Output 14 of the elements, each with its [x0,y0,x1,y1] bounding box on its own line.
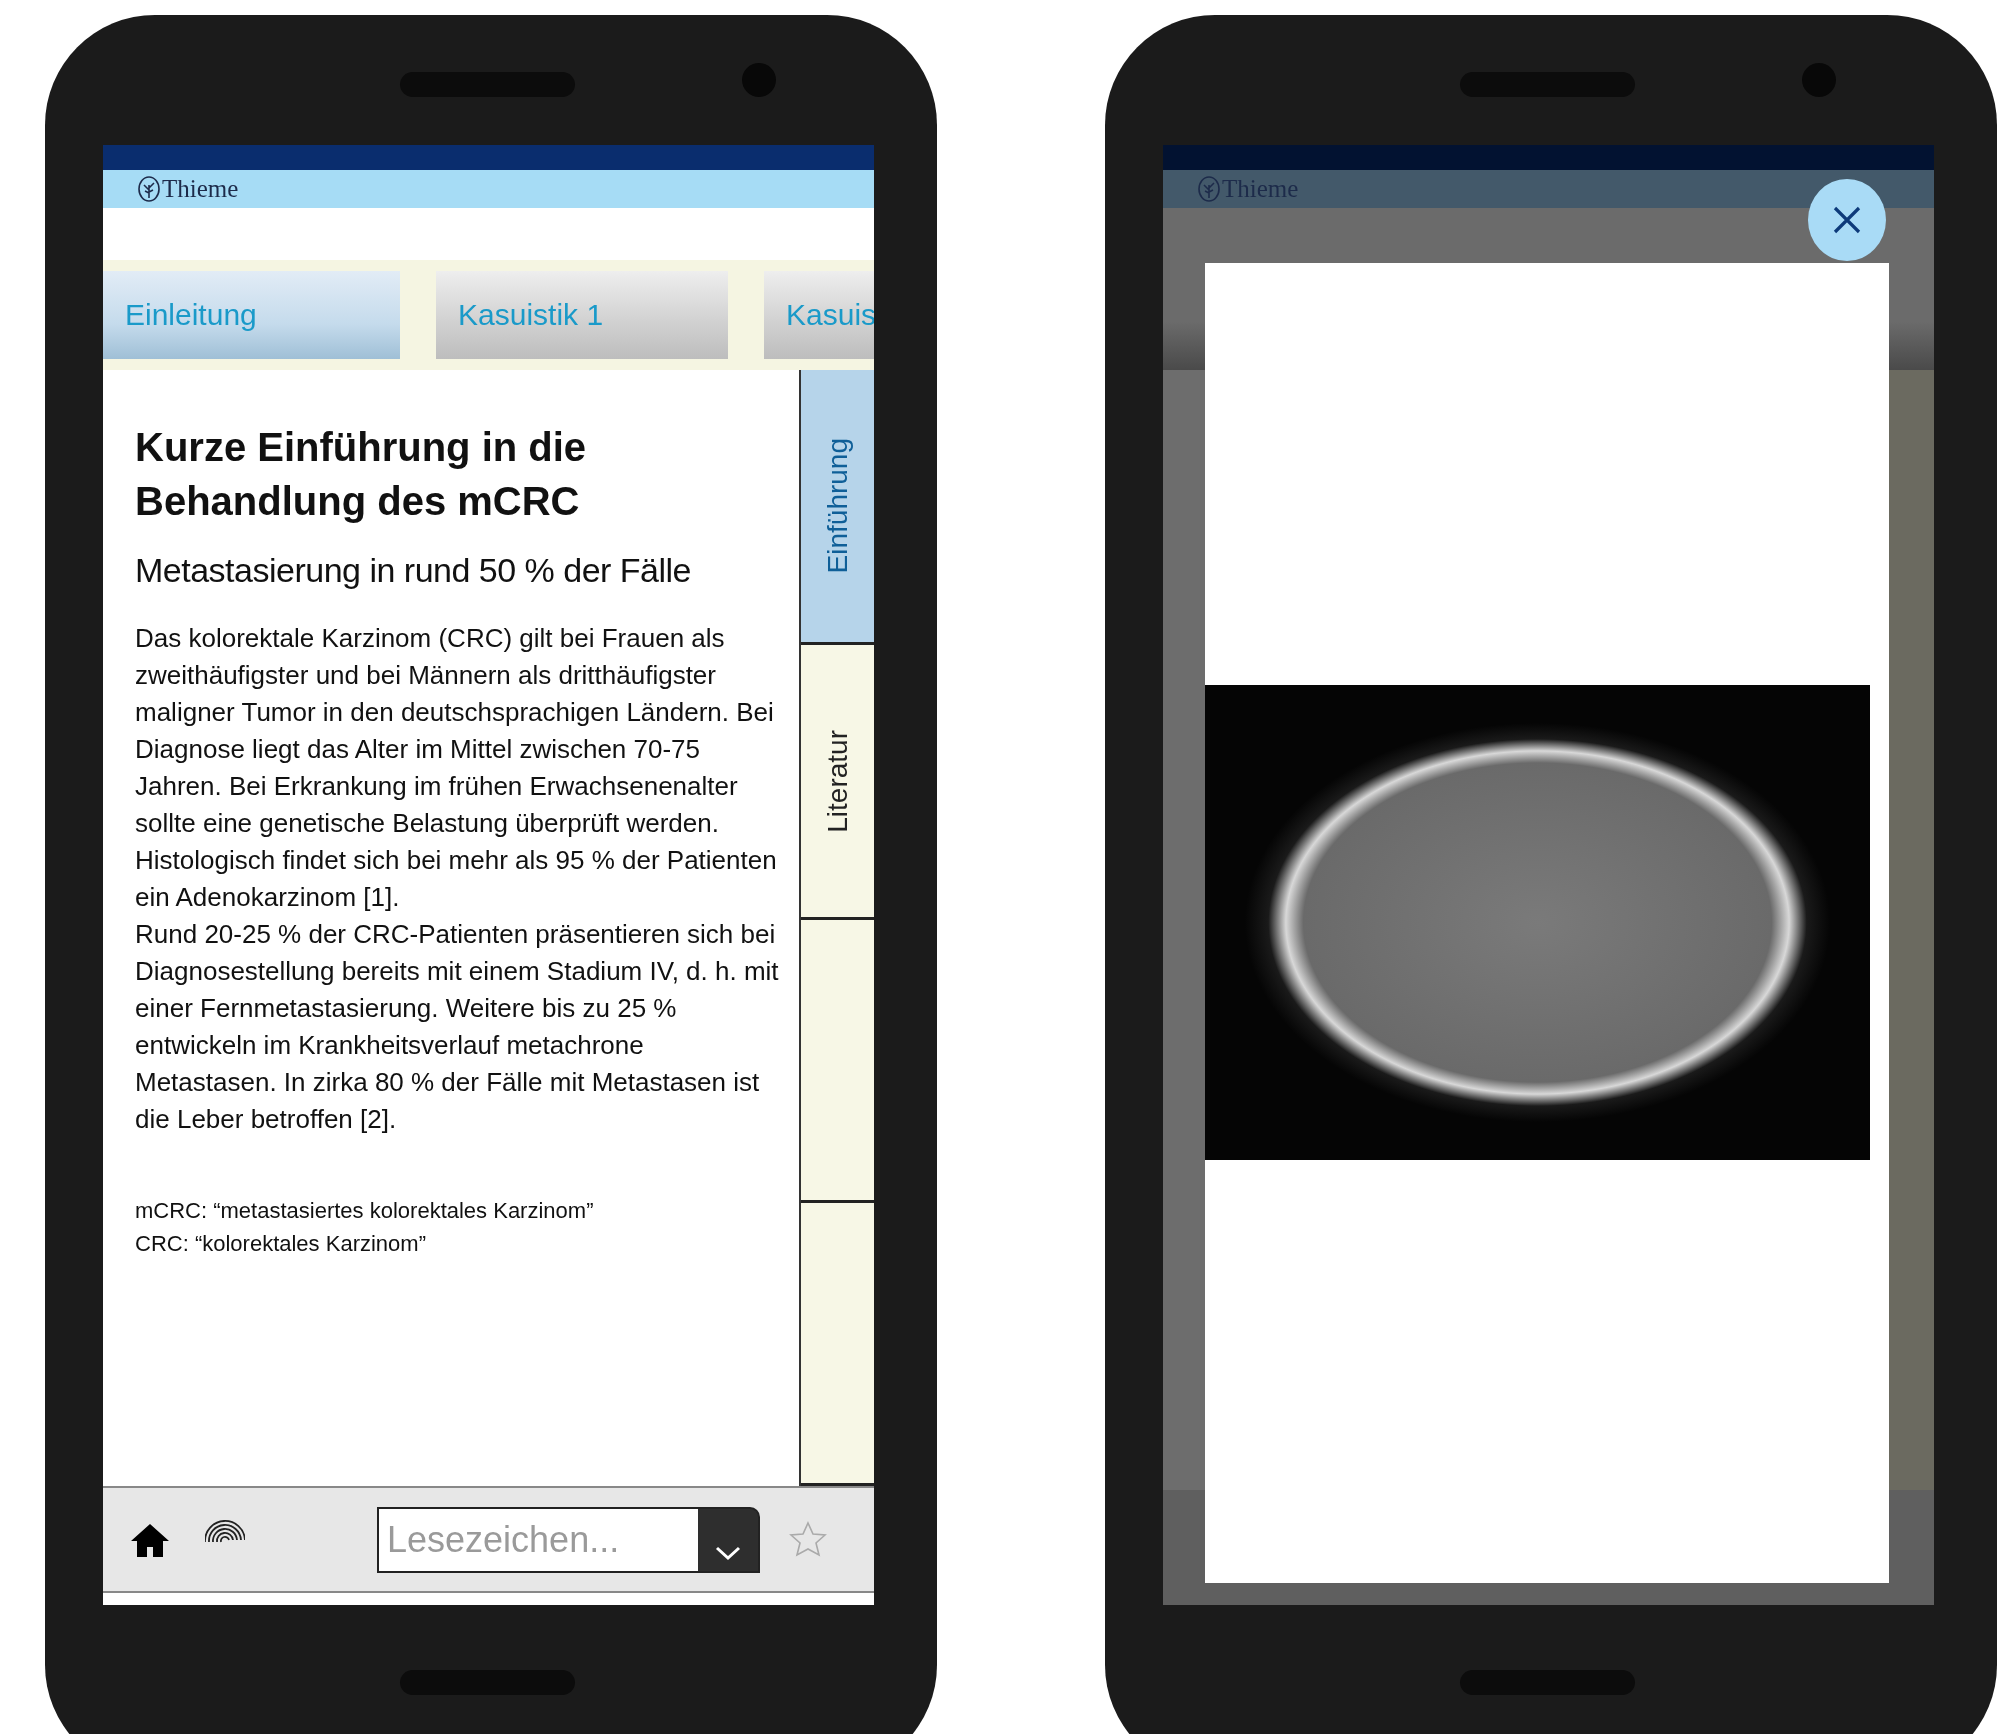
article-subtitle: Metastasierung in rund 50 % der Fälle [135,550,693,591]
close-icon [1832,205,1862,235]
footnote: CRC: “kolorektales Karzinom” [135,1230,427,1258]
body-paragraph: Rund 20-25 % der CRC-Patienten präsentieren sich bei Diagnosestellung bereits mit einem Stadium IV, d. h. mit einer Fernmetastasierung. Weitere bis zu 25 % entwickeln im Krankheitsverlauf metachrone Metastasen. In zirka 80 % der Fälle mit Metastasen ist die Leber betroffen [2]. [135,918,779,1136]
body-paragraph: Das kolorektale Karzinom (CRC) gilt bei Frauen als zweithäufigster und bei Männern als dritthäufigster maligner Tumor in den deutschsprachigen Ländern. Bei Diagnose liegt das Alter im Mittel zwischen 70-75 Jahren. Bei Erkrankung im frühen Erwachsenenalter sollte eine genetische Belastung überprüft werden. Histologisch findet sich bei mehr als 95 % der Patienten ein Adenokarzinom [1]. [135,622,778,914]
footnote: mCRC: “metastasiertes kolorektales Karzinom” [135,1197,595,1225]
tab[interactable]: Kasuistik 1 [436,271,728,359]
side-tab[interactable]: Einführung [801,370,874,645]
brand-name: Thieme [162,175,239,203]
home-icon[interactable] [130,1521,170,1558]
tree-logo-icon [138,176,160,202]
tree-logo-icon [1198,176,1220,202]
tab[interactable]: Einleitung [103,271,400,359]
article-title: Kurze Einführung in die Behandlung des mCRC [135,424,588,525]
